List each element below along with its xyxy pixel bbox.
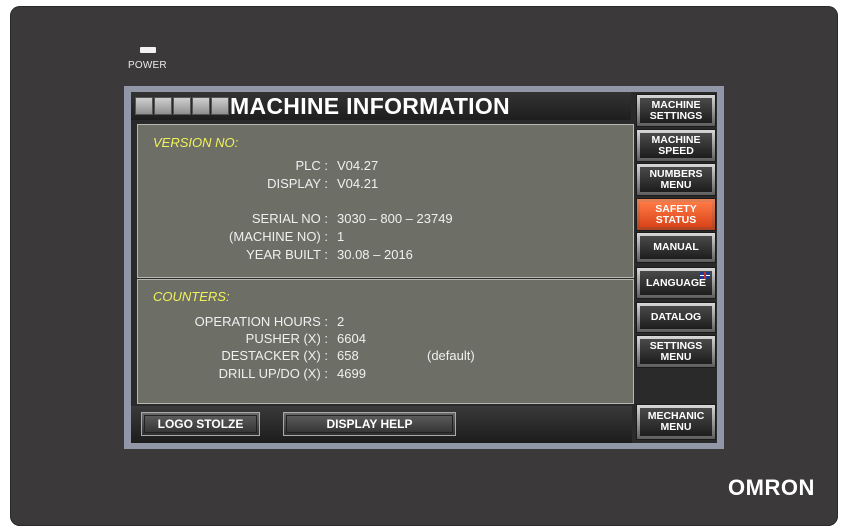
safety-status-button[interactable]: SAFETY STATUS (636, 198, 716, 231)
side-button-label: SETTINGS MENU (640, 339, 712, 364)
side-button-label: MANUAL (640, 236, 712, 259)
side-button-label: DATALOG (640, 306, 712, 329)
counter-label: DRILL UP/DO (X) : (218, 366, 328, 381)
numbers-menu-button[interactable]: NUMBERS MENU (636, 163, 716, 196)
counter-value: 4699 (337, 366, 366, 381)
power-led-icon (140, 47, 156, 53)
serial-value: 3030 – 800 – 23749 (337, 211, 453, 226)
display-help-button[interactable]: DISPLAY HELP (283, 412, 456, 436)
side-button-label: MACHINE SPEED (640, 133, 712, 158)
display-value: V04.21 (337, 176, 379, 191)
side-button-label: MACHINE SETTINGS (640, 98, 712, 123)
title-block-icon (192, 97, 210, 115)
serial-label: SERIAL NO : (251, 211, 328, 226)
title-block-icon (173, 97, 191, 115)
counters-section-title: COUNTERS: (153, 289, 230, 304)
side-button-label: MECHANIC MENU (640, 408, 712, 436)
counter-label: OPERATION HOURS : (194, 314, 328, 329)
brand-logo: OMRON (728, 475, 815, 500)
title-block-icon (211, 97, 229, 115)
power-label: POWER (128, 60, 167, 71)
page-title: MACHINE INFORMATION (230, 93, 510, 119)
counter-label: PUSHER (X) : (245, 331, 328, 346)
machine-no-value: 1 (337, 229, 345, 244)
counter-label: DESTACKER (X) : (221, 348, 328, 363)
mechanic-menu-button[interactable]: MECHANIC MENU (636, 404, 716, 440)
counter-value: 2 (337, 314, 345, 329)
logo-stolze-button[interactable]: LOGO STOLZE (141, 412, 260, 436)
machine-no-label: (MACHINE NO) : (229, 229, 328, 244)
language-button[interactable]: LANGUAGE (636, 267, 716, 299)
settings-menu-button[interactable]: SETTINGS MENU (636, 335, 716, 368)
datalog-button[interactable]: DATALOG (636, 302, 716, 333)
side-button-label: NUMBERS MENU (640, 167, 712, 192)
plc-value: V04.27 (337, 158, 379, 173)
plc-label: PLC : (295, 158, 328, 173)
title-block-icon (154, 97, 172, 115)
side-button-label: LANGUAGE (645, 276, 707, 289)
machine-speed-button[interactable]: MACHINE SPEED (636, 129, 716, 162)
logo-stolze-label: LOGO STOLZE (144, 415, 257, 433)
counter-value: 658 (337, 348, 359, 363)
version-section-title: VERSION NO: (153, 135, 239, 150)
uk-flag-icon (700, 272, 710, 279)
display-help-label: DISPLAY HELP (286, 415, 453, 433)
year-built-label: YEAR BUILT : (246, 247, 328, 262)
counter-note: (default) (427, 348, 475, 363)
display-label: DISPLAY : (267, 176, 328, 191)
title-block-icon (135, 97, 153, 115)
year-built-value: 30.08 – 2016 (337, 247, 413, 262)
manual-button[interactable]: MANUAL (636, 232, 716, 263)
counter-value: 6604 (337, 331, 366, 346)
machine-settings-button[interactable]: MACHINE SETTINGS (636, 94, 716, 127)
side-button-label: SAFETY STATUS (640, 202, 712, 227)
